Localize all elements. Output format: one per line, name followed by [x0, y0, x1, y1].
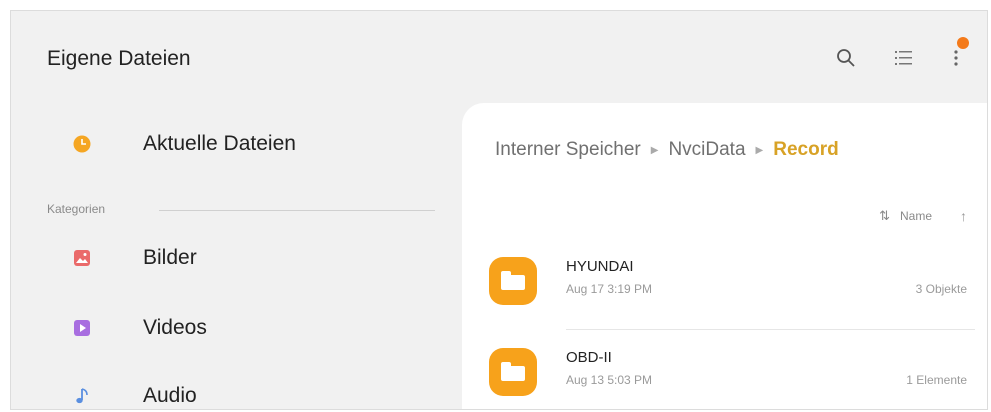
app-bar: Eigene Dateien	[11, 11, 987, 96]
chevron-right-icon: ▶	[755, 145, 764, 156]
file-date: Aug 17 3:19 PM	[566, 282, 653, 296]
arrow-up-icon[interactable]: ↑	[960, 208, 967, 224]
divider	[159, 210, 435, 211]
content-panel: Interner Speicher ▶ NvciData ▶ Record ⇅ Name…	[462, 103, 987, 409]
item-count: 3 Objekte	[915, 282, 967, 296]
chevron-right-icon: ▶	[650, 145, 659, 156]
image-icon	[74, 250, 90, 266]
list-item[interactable]: OBD-II Aug 13 5:03 PM 1 Elemente	[462, 337, 987, 409]
folder-icon	[489, 257, 537, 305]
list-item[interactable]: HYUNDAI Aug 17 3:19 PM 3 Objekte	[462, 246, 987, 324]
clock-icon	[73, 135, 91, 153]
breadcrumb-item-nvcidata[interactable]: NvciData	[668, 139, 745, 160]
sidebar-item-label: Audio	[143, 384, 197, 407]
more-vert-icon[interactable]	[943, 45, 969, 71]
breadcrumb-item-internal-storage[interactable]: Interner Speicher	[495, 139, 641, 160]
sidebar-item-label: Videos	[143, 316, 207, 339]
sort-icon[interactable]: ⇅	[879, 208, 890, 224]
file-name: HYUNDAI	[566, 258, 634, 275]
app-title: Eigene Dateien	[47, 47, 191, 70]
sidebar-item-audio[interactable]: Audio	[11, 372, 451, 409]
file-name: OBD-II	[566, 349, 612, 366]
sidebar-item-images[interactable]: Bilder	[11, 234, 451, 284]
file-manager-window: Eigene Dateien Aktuelle Dateien Kategori…	[10, 10, 988, 410]
file-date: Aug 13 5:03 PM	[566, 373, 653, 387]
search-icon[interactable]	[833, 45, 859, 71]
sort-label[interactable]: Name	[900, 209, 932, 223]
sort-control[interactable]: ⇅ Name ↑	[879, 208, 967, 224]
sidebar-item-label: Aktuelle Dateien	[143, 132, 296, 155]
breadcrumb-current: Record	[773, 139, 839, 160]
sidebar-item-videos[interactable]: Videos	[11, 304, 451, 354]
sidebar-item-label: Bilder	[143, 246, 197, 269]
audio-icon	[76, 388, 88, 404]
sidebar: Aktuelle Dateien Kategorien Bilder Video…	[11, 96, 451, 409]
list-view-icon[interactable]	[891, 45, 917, 71]
folder-icon	[489, 348, 537, 396]
notification-badge	[957, 37, 969, 49]
row-divider	[566, 329, 975, 330]
breadcrumb: Interner Speicher ▶ NvciData ▶ Record	[495, 139, 839, 161]
categories-heading: Kategorien	[47, 202, 106, 216]
video-icon	[74, 320, 90, 336]
sidebar-item-recent[interactable]: Aktuelle Dateien	[11, 120, 451, 170]
item-count: 1 Elemente	[906, 373, 967, 387]
